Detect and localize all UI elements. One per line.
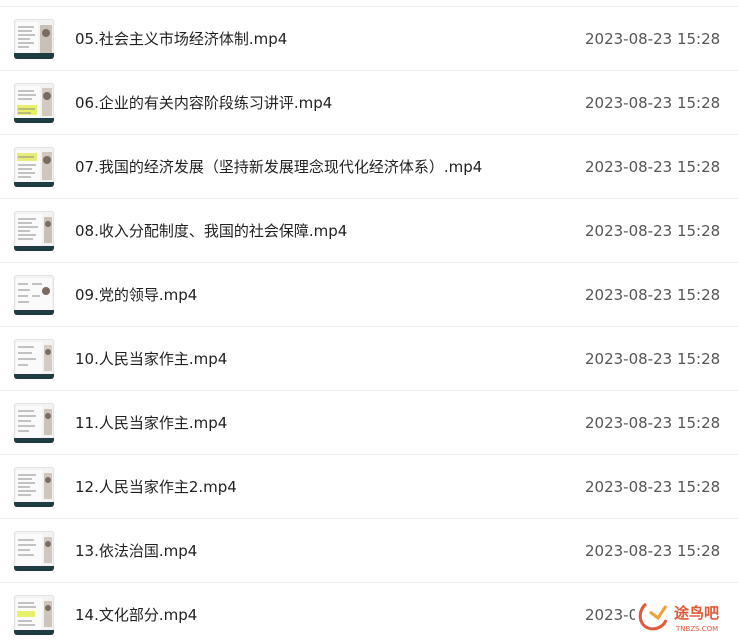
file-row[interactable]: 14.文化部分.mp4 2023-08-23 15:28 [0,583,738,642]
file-row[interactable]: 13.依法治国.mp4 2023-08-23 15:28 [0,519,738,583]
video-thumbnail-icon[interactable] [14,275,54,315]
file-date: 2023-08-23 15:28 [585,30,721,48]
video-thumbnail-icon[interactable] [14,83,54,123]
file-date: 2023-08-23 15:28 [585,414,721,432]
video-thumbnail-icon[interactable] [14,147,54,187]
video-thumbnail-icon[interactable] [14,339,54,379]
file-row[interactable]: 08.收入分配制度、我国的社会保障.mp4 2023-08-23 15:28 [0,199,738,263]
watermark-subtext: TNBZS.COM [675,625,718,633]
file-name: 11.人民当家作主.mp4 [75,414,228,432]
file-row[interactable]: 05.社会主义市场经济体制.mp4 2023-08-23 15:28 [0,7,738,71]
file-name: 09.党的领导.mp4 [75,286,198,304]
video-thumbnail-icon[interactable] [14,531,54,571]
video-thumbnail-icon[interactable] [14,211,54,251]
video-thumbnail-icon[interactable] [14,19,54,59]
file-date: 2023-08-23 15:28 [585,222,721,240]
file-row[interactable]: 07.我国的经济发展（坚持新发展理念现代化经济体系）.mp4 2023-08-2… [0,135,738,199]
file-name: 07.我国的经济发展（坚持新发展理念现代化经济体系）.mp4 [75,158,483,176]
file-name: 10.人民当家作主.mp4 [75,350,228,368]
file-date: 2023-08-23 15:28 [585,158,721,176]
file-row[interactable]: 10.人民当家作主.mp4 2023-08-23 15:28 [0,327,738,391]
video-thumbnail-icon[interactable] [14,595,54,635]
watermark-logo: 途鸟吧 TNBZS.COM [636,594,736,638]
watermark-text: 途鸟吧 [674,604,719,622]
file-row[interactable]: 06.企业的有关内容阶段练习讲评.mp4 2023-08-23 15:28 [0,71,738,135]
file-date: 2023-08-23 15:28 [585,478,721,496]
video-thumbnail-icon[interactable] [14,467,54,507]
file-name: 08.收入分配制度、我国的社会保障.mp4 [75,222,348,240]
file-name: 06.企业的有关内容阶段练习讲评.mp4 [75,94,333,112]
file-name: 12.人民当家作主2.mp4 [75,478,237,496]
file-row[interactable]: 09.党的领导.mp4 2023-08-23 15:28 [0,263,738,327]
file-date: 2023-08-23 15:28 [585,350,721,368]
file-name: 14.文化部分.mp4 [75,606,198,624]
file-date: 2023-08-23 15:28 [585,606,635,624]
file-name: 13.依法治国.mp4 [75,542,198,560]
file-name: 05.社会主义市场经济体制.mp4 [75,30,288,48]
file-row[interactable]: 11.人民当家作主.mp4 2023-08-23 15:28 [0,391,738,455]
file-row[interactable]: 12.人民当家作主2.mp4 2023-08-23 15:28 [0,455,738,519]
file-date: 2023-08-23 15:28 [585,94,721,112]
file-date: 2023-08-23 15:28 [585,542,721,560]
video-thumbnail-icon[interactable] [14,403,54,443]
file-list: 05.社会主义市场经济体制.mp4 2023-08-23 15:28 06.企业… [0,0,738,642]
file-date: 2023-08-23 15:28 [585,286,721,304]
